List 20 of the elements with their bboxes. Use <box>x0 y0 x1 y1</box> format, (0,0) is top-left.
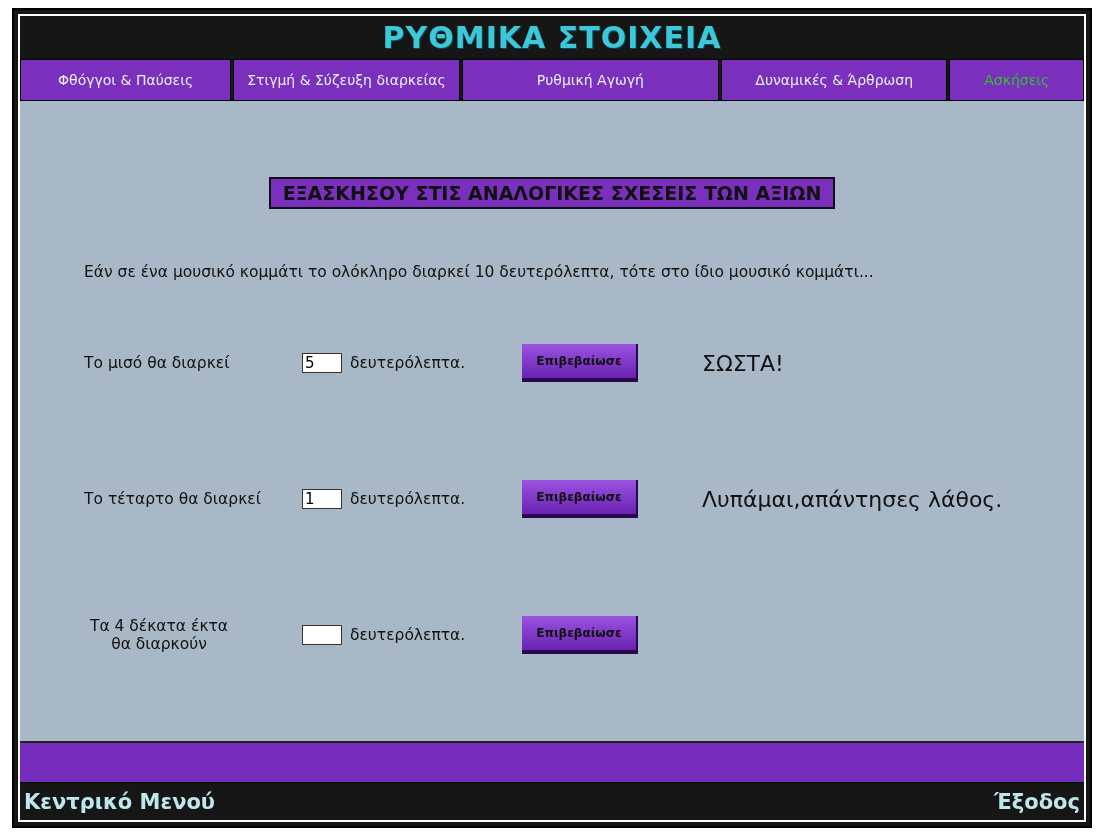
answer-field[interactable]: 5 <box>302 353 342 374</box>
intro-text: Εάν σε ένα μουσικό κομμάτι το ολόκληρο διαρκεί 10 δευτερόλεπτα, τότε στο ίδιο μουσικό κομμάτι... <box>84 263 874 282</box>
question-label: Τα 4 δέκατα έκτα θα διαρκούν <box>88 617 230 654</box>
feedback-text: Λυπάμαι,απάντησες λάθος. <box>702 486 1003 512</box>
question-label: Το μισό θα διαρκεί <box>84 354 231 373</box>
unit-label: δευτερόλεπτα. <box>350 626 467 645</box>
nav-tab[interactable]: Ρυθμική Αγωγή <box>461 58 719 102</box>
nav-tab[interactable]: Φθόγγοι & Παύσεις <box>20 58 232 102</box>
answer-field[interactable] <box>302 625 342 646</box>
unit-label: δευτερόλεπτα. <box>350 490 467 509</box>
main-menu-link[interactable]: Κεντρικό Μενού <box>24 789 216 814</box>
exit-link[interactable]: Έξοδος <box>994 789 1080 814</box>
exercise-heading: ΕΞΑΣΚΗΣΟΥ ΣΤΙΣ ΑΝΑΛΟΓΙΚΕΣ ΣΧΕΣΕΙΣ ΤΩΝ ΑΞΙΩΝ <box>268 177 836 210</box>
nav-tab[interactable]: Στιγμή & Σύζευξη διαρκείας <box>233 58 460 102</box>
feedback-text: ΣΩΣΤΑ! <box>702 350 784 376</box>
question-label: Το τέταρτο θα διαρκεί <box>84 490 262 509</box>
nav-tab[interactable]: Δυναμικές & Άρθρωση <box>720 58 948 102</box>
answer-field[interactable]: 1 <box>302 489 342 510</box>
page-title: ΡΥΘΜΙΚΑ ΣΤΟΙΧΕΙΑ <box>381 18 723 57</box>
unit-label: δευτερόλεπτα. <box>350 354 467 373</box>
